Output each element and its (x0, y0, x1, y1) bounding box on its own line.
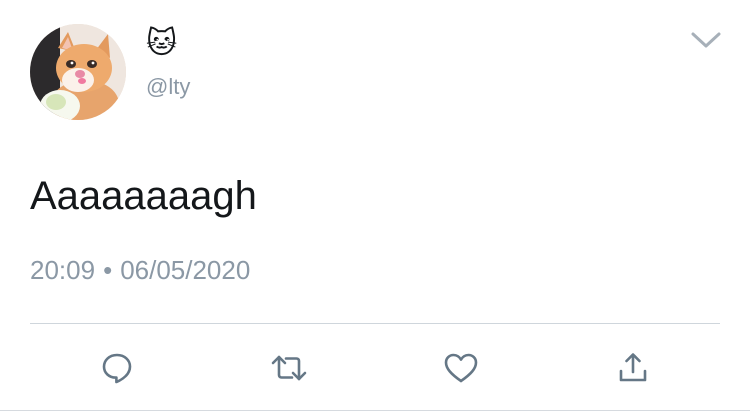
tweet-time: 20:09 (30, 255, 96, 285)
tweet-text: Aaaaaaaagh (30, 174, 257, 218)
display-name[interactable]: 🐱 (146, 26, 177, 62)
share-icon (619, 353, 647, 382)
reply-button[interactable] (97, 348, 137, 388)
reply-bubble-icon (102, 353, 132, 384)
heart-icon (444, 353, 478, 383)
tweet-timestamp[interactable]: 20:09 • 06/05/2020 (30, 254, 250, 286)
chevron-down-icon (691, 32, 721, 48)
avatar[interactable] (30, 24, 126, 120)
bottom-divider (0, 410, 750, 411)
tweet-menu-button[interactable] (688, 26, 724, 54)
tweet-date: 06/05/2020 (120, 255, 251, 285)
share-button[interactable] (613, 348, 653, 388)
divider (30, 323, 720, 324)
user-handle[interactable]: @lty (146, 74, 190, 100)
timestamp-separator: • (103, 255, 113, 285)
retweet-button[interactable] (269, 348, 309, 388)
like-button[interactable] (441, 348, 481, 388)
cat-avatar-image (30, 24, 126, 120)
retweet-icon (271, 355, 307, 381)
